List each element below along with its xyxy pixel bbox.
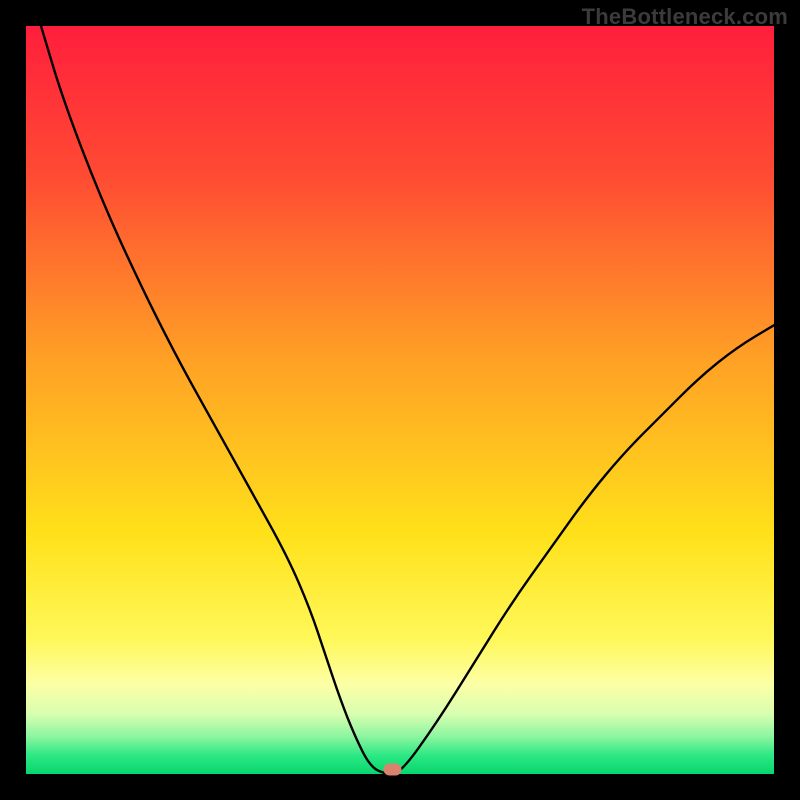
chart-background bbox=[26, 26, 774, 774]
bottleneck-chart bbox=[0, 0, 800, 800]
optimal-point-marker bbox=[384, 764, 402, 776]
chart-frame: TheBottleneck.com bbox=[0, 0, 800, 800]
watermark-text: TheBottleneck.com bbox=[582, 4, 788, 30]
